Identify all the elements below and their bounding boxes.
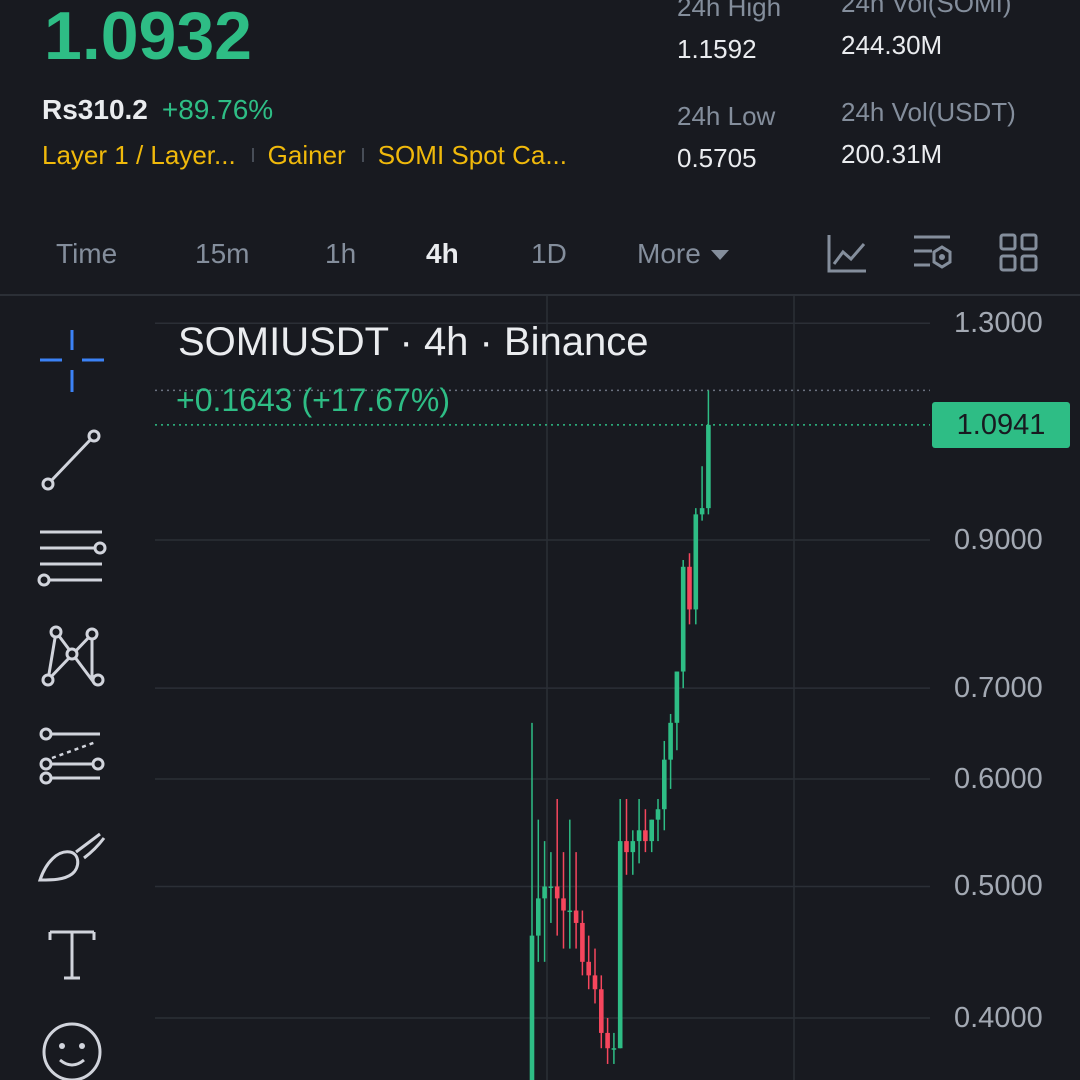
interval-more-button[interactable]: More — [637, 236, 729, 272]
interval-time[interactable]: Time — [56, 236, 117, 272]
tag-gainer[interactable]: Gainer — [268, 138, 346, 172]
candle-body — [680, 566, 686, 672]
candle-body — [674, 671, 680, 723]
candle-body — [636, 830, 642, 842]
crosshair-icon[interactable] — [36, 324, 108, 396]
candle-body — [649, 819, 654, 842]
tag-spot-campaign[interactable]: SOMI Spot Ca... — [378, 138, 567, 172]
change-percent: +89.76% — [161, 94, 274, 125]
stat-label: 24h Low — [677, 101, 776, 131]
candle-body — [699, 508, 705, 515]
candle-body — [536, 898, 541, 936]
horizontal-lines-icon[interactable] — [36, 522, 108, 594]
candle-body — [611, 1048, 617, 1050]
y-tick-label: 0.4000 — [954, 1002, 1043, 1034]
candle-body — [548, 886, 554, 888]
fiat-price: Rs310.2 — [42, 94, 148, 125]
interval-15m[interactable]: 15m — [195, 236, 249, 272]
candle-body — [529, 935, 535, 1080]
y-tick-label: 1.3000 — [954, 307, 1043, 340]
stat-24h-high: 24h High 1.1592 — [677, 0, 781, 64]
y-tick-label: 0.7000 — [954, 672, 1043, 705]
brush-icon[interactable] — [36, 822, 108, 894]
price-subline: Rs310.2 +89.76% — [42, 93, 273, 127]
candle-body — [554, 886, 560, 899]
candle-body — [706, 424, 711, 509]
stat-label: 24h High — [677, 0, 782, 22]
interval-bar: Time 15m 1h 4h 1D More — [0, 228, 1080, 284]
y-tick-label: 0.6000 — [954, 763, 1043, 795]
candle-body — [687, 566, 692, 610]
stat-24h-low: 24h Low 0.5705 — [677, 101, 775, 173]
candle-body — [605, 1032, 610, 1049]
last-price: 1.0932 — [44, 0, 252, 74]
candle-body — [643, 830, 648, 842]
current-price-tag: 1.0941 — [932, 402, 1070, 448]
candle-body — [630, 841, 636, 853]
candle-body — [542, 886, 547, 899]
candle-body — [580, 922, 585, 962]
candle-body — [668, 722, 673, 760]
fib-icon[interactable] — [36, 722, 108, 794]
trend-line-icon[interactable] — [36, 424, 108, 496]
candle-series — [529, 390, 711, 1080]
candle-body — [561, 898, 566, 911]
interval-1d[interactable]: 1D — [531, 236, 567, 272]
candle-body — [592, 975, 598, 990]
caret-down-icon — [710, 250, 729, 260]
candle-body — [693, 514, 699, 610]
tag-separator — [361, 148, 364, 162]
pattern-icon[interactable] — [36, 622, 108, 694]
stat-24h-vol-base: 24h Vol(SOMI) 244.30M — [841, 0, 1012, 60]
stat-24h-vol-quote: 24h Vol(USDT) 200.31M — [841, 97, 1016, 169]
stat-label: 24h Vol(SOMI) — [841, 0, 1012, 18]
chart-title: SOMIUSDT · 4h · Binance — [178, 320, 649, 364]
more-label: More — [637, 238, 701, 269]
candle-body — [624, 841, 629, 853]
stat-label: 24h Vol(USDT) — [841, 97, 1016, 127]
candle-body — [573, 910, 579, 923]
candle-body — [655, 809, 661, 820]
stat-value: 0.5705 — [677, 143, 757, 173]
stat-value: 200.31M — [841, 139, 943, 169]
tag-layer[interactable]: Layer 1 / Layer... — [42, 138, 236, 172]
candlestick-chart[interactable] — [0, 296, 1080, 1080]
text-icon[interactable] — [36, 922, 108, 994]
tag-separator — [251, 148, 254, 162]
emoji-icon[interactable] — [36, 1016, 108, 1080]
stat-value: 1.1592 — [677, 34, 757, 64]
candle-body — [662, 759, 667, 810]
candle-body — [567, 910, 573, 913]
candle-body — [599, 989, 604, 1033]
stat-value: 244.30M — [841, 30, 943, 60]
interval-1h[interactable]: 1h — [325, 236, 356, 272]
chart-settings-icon[interactable] — [912, 232, 954, 274]
chart-change: +0.1643 (+17.67%) — [176, 382, 450, 418]
interval-4h[interactable]: 4h — [426, 236, 459, 272]
indicator-icon[interactable] — [826, 232, 868, 274]
y-tick-label: 0.9000 — [954, 524, 1043, 556]
candle-body — [586, 961, 591, 976]
y-tick-label: 0.5000 — [954, 870, 1043, 903]
tag-row: Layer 1 / Layer... Gainer SOMI Spot Ca..… — [42, 138, 567, 172]
layout-grid-icon[interactable] — [998, 232, 1040, 274]
candle-body — [617, 841, 623, 1049]
